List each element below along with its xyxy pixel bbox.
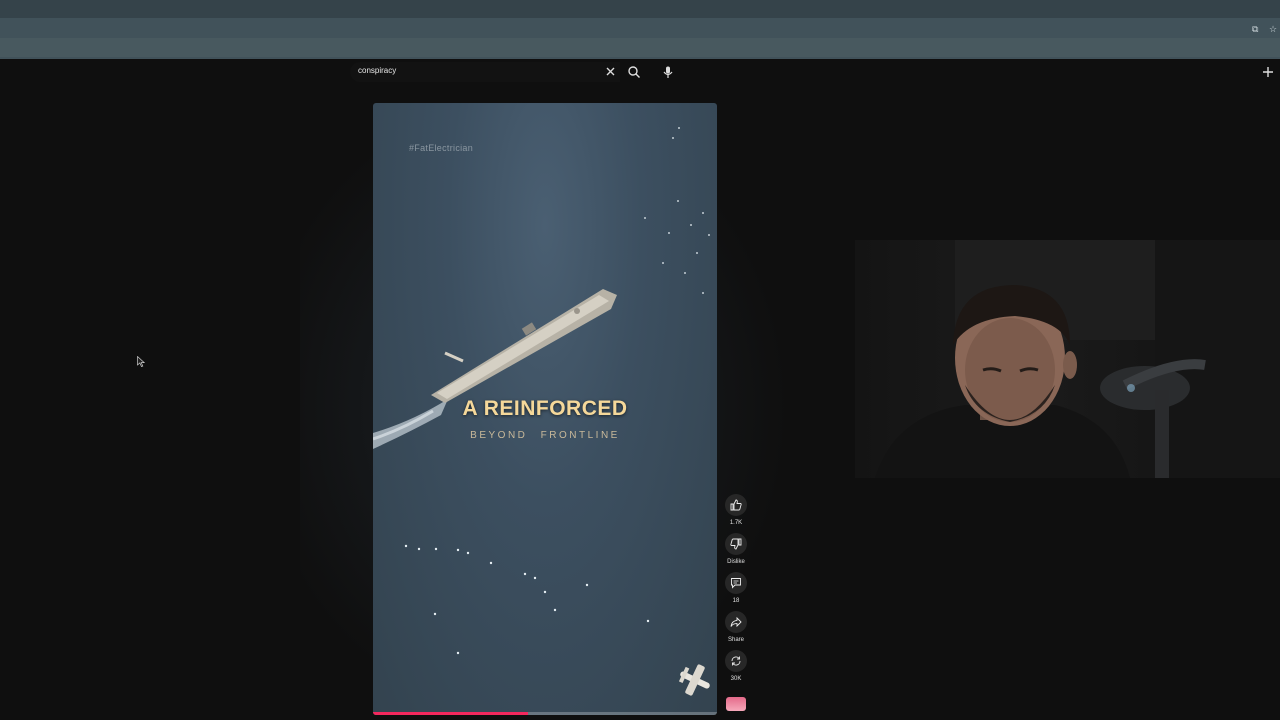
- video-progress-bar[interactable]: [373, 712, 717, 715]
- comment-action[interactable]: 18: [724, 572, 748, 604]
- like-button[interactable]: [725, 494, 747, 516]
- dislike-button[interactable]: [725, 533, 747, 555]
- dislike-label: Dislike: [727, 559, 745, 565]
- like-action[interactable]: 1.7K: [724, 494, 748, 526]
- remix-action[interactable]: 30K: [724, 650, 748, 682]
- comment-count: 18: [732, 598, 740, 604]
- short-video-player[interactable]: #FatElectrician A REINFORCED BEYOND FRON…: [373, 103, 717, 715]
- extension-icon[interactable]: ⧉: [1252, 24, 1258, 35]
- remix-icon: [731, 656, 741, 666]
- search-icon[interactable]: [627, 65, 641, 79]
- search-query[interactable]: conspiracy: [358, 66, 396, 75]
- share-icon: [730, 616, 742, 628]
- bookmark-star-icon[interactable]: ☆: [1269, 24, 1277, 35]
- share-button[interactable]: [725, 611, 747, 633]
- video-watermark: #FatElectrician: [409, 143, 474, 153]
- video-caption-main: A REINFORCED: [462, 397, 628, 420]
- create-icon[interactable]: [1262, 66, 1274, 78]
- dislike-action[interactable]: Dislike: [724, 533, 748, 565]
- dislike-icon: [730, 538, 742, 550]
- webcam-overlay: [855, 240, 1280, 478]
- webcam-person-image: [875, 240, 1280, 478]
- carrier-ship: [431, 289, 617, 403]
- comment-button[interactable]: [725, 572, 747, 594]
- browser-title-bar: [0, 0, 1280, 18]
- caption-sub-word-1: BEYOND: [470, 430, 528, 441]
- video-caption-sub: BEYOND FRONTLINE: [373, 430, 717, 441]
- plane: [678, 664, 710, 696]
- share-label: Share: [727, 637, 744, 643]
- browser-address-strip: [0, 38, 1280, 57]
- clear-icon[interactable]: [604, 65, 617, 78]
- like-icon: [730, 499, 742, 511]
- remix-count: 30K: [730, 676, 742, 682]
- caption-sub-word-2: FRONTLINE: [540, 430, 620, 441]
- mic-icon[interactable]: [661, 65, 675, 79]
- sound-thumbnail[interactable]: [726, 697, 746, 711]
- cursor-icon: [137, 356, 145, 367]
- remix-button[interactable]: [725, 650, 747, 672]
- like-count: 1.7K: [729, 520, 743, 526]
- browser-toolbar: [0, 18, 1280, 59]
- share-action[interactable]: Share: [724, 611, 748, 643]
- comment-icon: [731, 578, 741, 589]
- video-progress-fill: [373, 712, 528, 715]
